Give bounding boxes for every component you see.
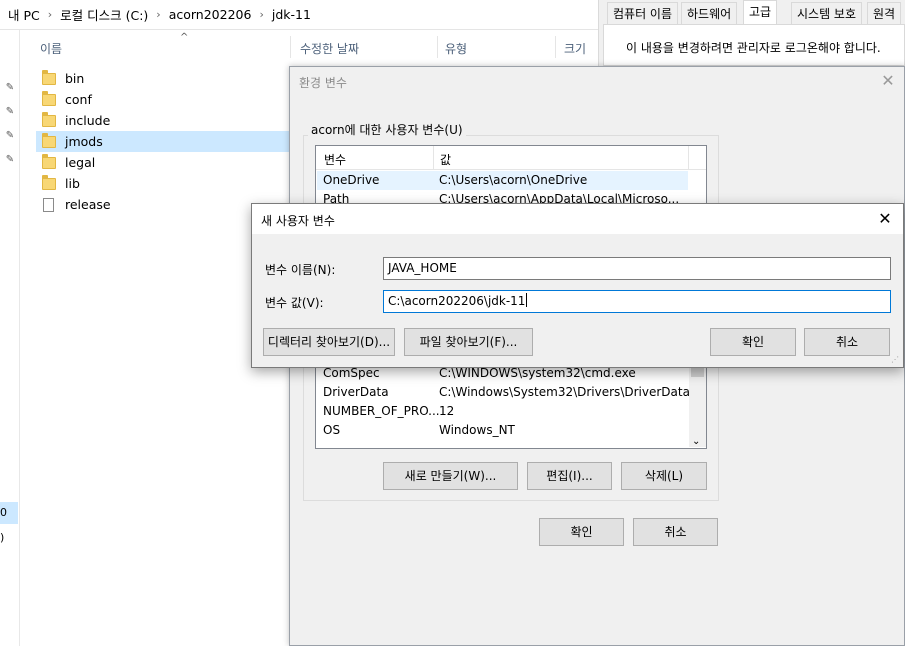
- nav-item-selected[interactable]: 0: [0, 502, 18, 524]
- user-variables-label: acorn에 대한 사용자 변수(U): [308, 121, 466, 138]
- breadcrumb-this-pc[interactable]: 내 PC: [8, 5, 40, 24]
- list-item[interactable]: legal: [36, 152, 290, 173]
- address-bar[interactable]: 내 PC › 로컬 디스크 (C:) › acorn202206 › jdk-1…: [0, 0, 600, 30]
- list-header: 변수 값: [316, 146, 706, 170]
- list-item[interactable]: include: [36, 110, 290, 131]
- file-name: bin: [65, 71, 85, 86]
- file-name: jmods: [65, 134, 103, 149]
- pin-icon[interactable]: ✎: [4, 130, 16, 142]
- variable-name: DriverData: [323, 385, 389, 399]
- pin-icon[interactable]: ✎: [4, 154, 16, 166]
- variable-value-field[interactable]: C:\acorn202206\jdk-11: [383, 290, 891, 313]
- file-icon: [43, 197, 54, 212]
- variable-name: NUMBER_OF_PRO...: [323, 404, 440, 418]
- file-name: include: [65, 113, 111, 128]
- table-row[interactable]: OneDrive C:\Users\acorn\OneDrive: [317, 171, 688, 190]
- new-user-variable-dialog: 새 사용자 변수 ✕ 변수 이름(N): JAVA_HOME 변수 값(V): …: [251, 203, 904, 368]
- table-row[interactable]: OS Windows_NT: [317, 421, 689, 440]
- breadcrumb-acorn[interactable]: acorn202206: [169, 7, 252, 22]
- breadcrumb-chevron-icon: ›: [259, 8, 264, 21]
- column-divider[interactable]: [433, 146, 434, 170]
- column-divider[interactable]: [555, 36, 556, 58]
- new-variable-button[interactable]: 새로 만들기(W)...: [383, 462, 518, 490]
- table-row[interactable]: NUMBER_OF_PRO... 12: [317, 402, 689, 421]
- delete-variable-button[interactable]: 삭제(L): [621, 462, 707, 490]
- resize-grip-icon[interactable]: ⋰: [891, 355, 901, 365]
- navigation-pane: ✎ ✎ ✎ ✎ 0 ): [0, 30, 20, 646]
- column-divider[interactable]: [290, 36, 291, 58]
- edit-variable-button[interactable]: 편집(I)...: [527, 462, 612, 490]
- pin-icon[interactable]: ✎: [4, 106, 16, 118]
- sort-up-icon: ^: [180, 32, 189, 43]
- browse-file-button[interactable]: 파일 찾아보기(F)...: [404, 328, 533, 356]
- file-name: release: [65, 197, 111, 212]
- folder-icon: [42, 132, 56, 148]
- variable-name-field[interactable]: JAVA_HOME: [383, 257, 891, 280]
- breadcrumb-chevron-icon: ›: [156, 8, 161, 21]
- dialog-title: 새 사용자 변수: [261, 214, 335, 228]
- column-type[interactable]: 유형: [445, 40, 467, 57]
- variable-value: C:\Users\acorn\OneDrive: [439, 173, 588, 187]
- variable-value-text: C:\acorn202206\jdk-11: [388, 294, 526, 308]
- column-value[interactable]: 값: [440, 151, 451, 168]
- ok-button[interactable]: 확인: [539, 518, 624, 546]
- variable-value: 12: [439, 404, 455, 418]
- list-item-selected[interactable]: jmods: [36, 131, 290, 152]
- column-divider[interactable]: [688, 146, 689, 170]
- close-icon[interactable]: ✕: [875, 208, 895, 230]
- tab-system-protection[interactable]: 시스템 보호: [791, 2, 863, 24]
- nav-item-label: ): [0, 531, 5, 544]
- table-row[interactable]: DriverData C:\Windows\System32\Drivers\D…: [317, 383, 690, 402]
- scroll-down-icon[interactable]: ⌄: [692, 436, 700, 447]
- breadcrumb-chevron-icon: ›: [47, 8, 53, 21]
- column-divider[interactable]: [437, 36, 438, 58]
- tab-page-advanced: 이 내용을 변경하려면 관리자로 로그온해야 합니다.: [603, 24, 905, 66]
- variable-name: OS: [323, 423, 341, 437]
- breadcrumb-local-disk[interactable]: 로컬 디스크 (C:): [60, 5, 148, 24]
- title-bar[interactable]: 새 사용자 변수 ✕: [252, 204, 903, 234]
- ok-button[interactable]: 확인: [710, 328, 796, 356]
- column-variable[interactable]: 변수: [324, 151, 346, 168]
- tab-computer-name[interactable]: 컴퓨터 이름: [607, 2, 679, 24]
- cancel-button[interactable]: 취소: [804, 328, 890, 356]
- folder-icon: [42, 111, 56, 127]
- scrollbar[interactable]: ⌄: [689, 363, 706, 447]
- tab-hardware[interactable]: 하드웨어: [681, 2, 738, 24]
- folder-icon: [42, 90, 56, 106]
- column-modified[interactable]: 수정한 날짜: [300, 40, 359, 57]
- variable-value-label: 변수 값(V):: [265, 296, 324, 310]
- list-item[interactable]: lib: [36, 173, 290, 194]
- cancel-button[interactable]: 취소: [633, 518, 718, 546]
- file-name: lib: [65, 176, 80, 191]
- close-icon[interactable]: ✕: [878, 71, 898, 91]
- file-name: legal: [65, 155, 96, 170]
- tab-advanced[interactable]: 고급: [743, 0, 778, 24]
- variable-value: Windows_NT: [439, 423, 515, 437]
- folder-icon: [42, 174, 56, 190]
- file-list-header: ^ 이름 수정한 날짜 유형 크기: [20, 30, 600, 64]
- column-size[interactable]: 크기: [564, 40, 586, 57]
- user-variables-list[interactable]: 변수 값 OneDrive C:\Users\acorn\OneDrive Pa…: [315, 145, 707, 205]
- admin-notice: 이 내용을 변경하려면 관리자로 로그온해야 합니다.: [626, 41, 881, 55]
- pin-icon[interactable]: ✎: [4, 82, 16, 94]
- column-name[interactable]: 이름: [40, 40, 62, 57]
- variable-name-label: 변수 이름(N):: [265, 263, 336, 277]
- list-item[interactable]: conf: [36, 89, 290, 110]
- variable-value: C:\Windows\System32\Drivers\DriverData: [439, 385, 690, 399]
- breadcrumb-jdk[interactable]: jdk-11: [272, 7, 311, 22]
- text-caret: [526, 293, 528, 307]
- file-name: conf: [65, 92, 92, 107]
- list-item[interactable]: bin: [36, 68, 290, 89]
- dialog-title: 환경 변수: [299, 76, 347, 90]
- tab-remote[interactable]: 원격: [867, 2, 902, 24]
- system-variables-list[interactable]: ComSpec C:\WINDOWS\system32\cmd.exe Driv…: [315, 363, 707, 449]
- browse-directory-button[interactable]: 디렉터리 찾아보기(D)...: [263, 328, 395, 356]
- variable-name: OneDrive: [323, 173, 380, 187]
- folder-icon: [42, 69, 56, 85]
- folder-icon: [42, 153, 56, 169]
